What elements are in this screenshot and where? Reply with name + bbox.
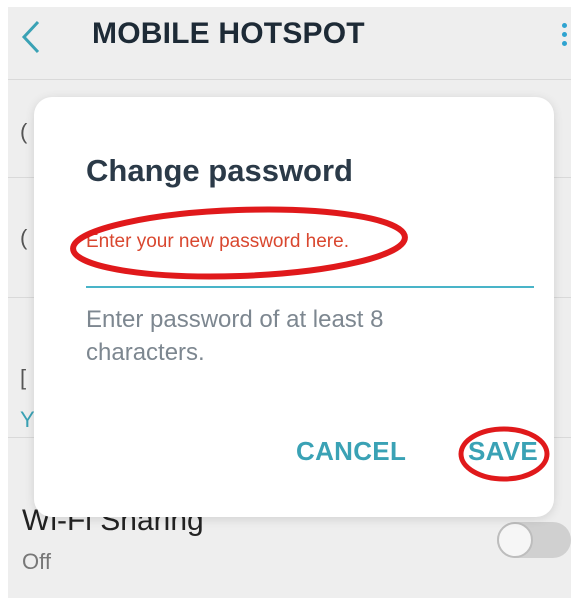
- input-underline: [86, 286, 534, 288]
- password-input[interactable]: [86, 223, 534, 261]
- app-header: MOBILE HOTSPOT: [8, 7, 571, 79]
- toggle-knob: [497, 522, 533, 558]
- chevron-left-icon: [21, 20, 40, 54]
- wifi-sharing-toggle[interactable]: [497, 522, 571, 558]
- more-options-button[interactable]: [558, 19, 571, 59]
- save-button[interactable]: SAVE: [468, 436, 538, 467]
- background-text: (: [20, 225, 28, 250]
- divider: [8, 79, 571, 80]
- cancel-button[interactable]: CANCEL: [296, 436, 406, 467]
- background-text: Y: [20, 407, 35, 432]
- password-hint: Enter password of at least 8 characters.: [86, 306, 384, 366]
- app-screen: MOBILE HOTSPOT ( ( [ Y Wi-Fi Sharing Off…: [8, 7, 571, 598]
- background-text: (: [20, 119, 28, 144]
- dialog-title: Change password: [86, 153, 353, 188]
- page-title: MOBILE HOTSPOT: [92, 17, 365, 50]
- back-button[interactable]: [14, 17, 48, 57]
- wifi-sharing-status: Off: [22, 549, 51, 574]
- more-vert-icon: [558, 23, 571, 46]
- change-password-dialog: Change password Enter password of at lea…: [34, 97, 554, 517]
- background-text: [: [20, 365, 27, 390]
